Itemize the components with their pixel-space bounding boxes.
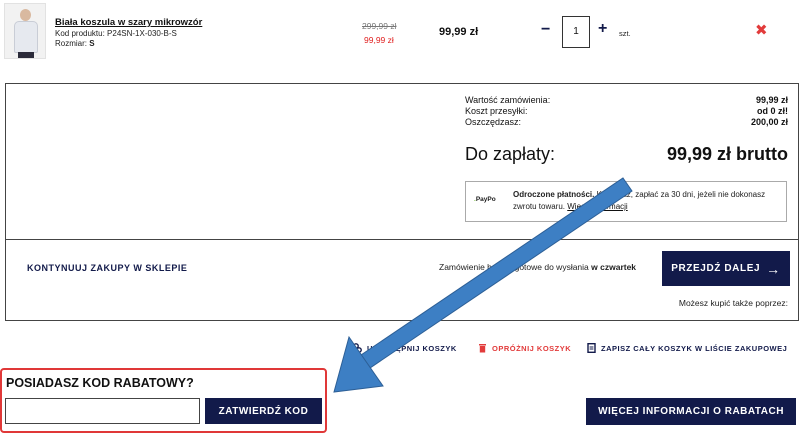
document-icon [587,342,596,354]
clear-cart-link[interactable]: OPRÓŻNIJ KOSZYK [478,343,571,353]
share-cart-link[interactable]: UDOSTĘPNIJ KOSZYK [353,343,457,353]
product-size: Rozmiar: S [55,39,95,48]
save-cart-to-list-link[interactable]: ZAPISZ CAŁY KOSZYK W LIŚCIE ZAKUPOWEJ [587,342,787,354]
product-thumbnail[interactable] [4,3,46,59]
to-pay-value: 99,99 zł brutto [666,144,788,164]
order-value-label: Wartość zamówienia: [465,95,551,105]
savings-value: 200,00 zł [750,117,788,127]
alternative-purchase-label: Możesz kupić także poprzez: [678,298,788,308]
paypo-more-info-link[interactable]: Więcej informacji [567,202,627,211]
apply-code-button[interactable]: ZATWIERDŹ KOD [205,398,322,424]
product-code: Kod produktu: P24SN-1X-030-B-S [55,29,177,38]
shipping-readiness-info: Zamówienie będzie gotowe do wysłania w c… [439,262,637,272]
link-icon [353,343,362,353]
product-name-link[interactable]: Biała koszula w szary mikrowzór [55,17,202,28]
order-summary-box: Wartość zamówienia: 99,99 zł Koszt przes… [5,83,799,321]
old-price: 299,99 zł [362,21,397,31]
trash-icon [478,343,487,353]
shipping-cost-label: Koszt przesyłki: [465,106,528,116]
quantity-unit: szt. [619,29,631,38]
savings-label: Oszczędzasz: [465,117,522,127]
discount-code-title: POSIADASZ KOD RABATOWY? [6,376,194,390]
quantity-input[interactable]: 1 [562,16,590,48]
paypo-logo: .PayPo [474,196,496,203]
proceed-button[interactable]: PRZEJDŹ DALEJ → [662,251,790,286]
cart-product-row: Biała koszula w szary mikrowzór Kod prod… [0,0,800,70]
line-total-price: 99,99 zł [439,26,479,38]
paypo-info-box: .PayPo Odroczone płatności. Kup teraz, z… [465,181,787,222]
quantity-increase-button[interactable]: + [598,21,607,37]
continue-shopping-link[interactable]: KONTYNUUJ ZAKUPY W SKLEPIE [27,263,187,273]
remove-item-icon[interactable]: ✖ [755,23,768,39]
to-pay-label: Do zapłaty: [465,144,556,164]
discount-code-input[interactable] [5,398,200,424]
summary-divider [6,239,798,240]
sale-price: 99,99 zł [364,35,394,45]
arrow-right-icon: → [766,260,781,277]
paypo-description: Odroczone płatności. Kup teraz, zapłać z… [513,190,766,211]
order-value: 99,99 zł [755,95,788,105]
quantity-decrease-button[interactable]: − [541,22,550,38]
shipping-cost-value: od 0 zł! [757,106,788,116]
discount-info-button[interactable]: WIĘCEJ INFORMACJI O RABATACH [586,398,796,425]
